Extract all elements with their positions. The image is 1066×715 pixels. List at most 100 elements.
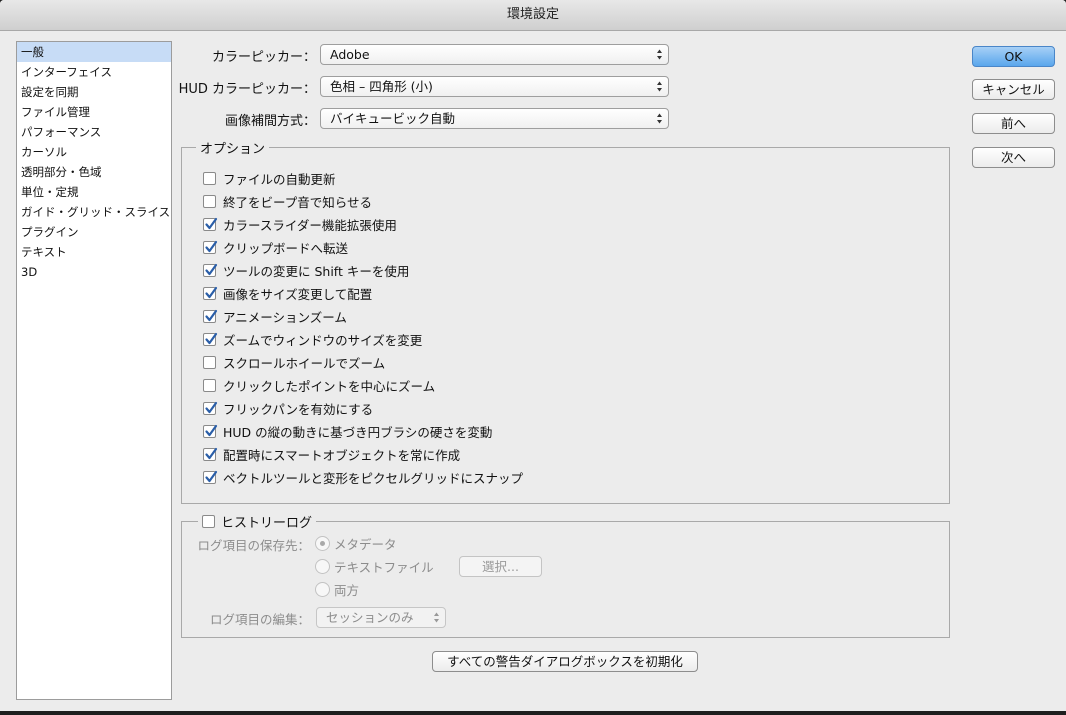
checkmark-icon xyxy=(205,217,218,229)
color-picker-value: Adobe xyxy=(330,47,370,62)
sidebar-item[interactable]: 単位・定規 xyxy=(17,182,171,202)
option-row[interactable]: 画像をサイズ変更して配置 xyxy=(203,284,372,302)
updown-arrows-icon xyxy=(656,111,663,126)
option-checkbox[interactable] xyxy=(203,401,218,415)
option-checkbox[interactable] xyxy=(203,470,218,484)
option-row[interactable]: フリックパンを有効にする xyxy=(203,399,373,417)
option-row[interactable]: スクロールホイールでズーム xyxy=(203,353,385,371)
log-edit-label: ログ項目の編集： xyxy=(209,612,310,627)
category-list[interactable]: 一般 インターフェイス 設定を同期 ファイル管理 パフォーマンス カーソル 透明部分・色域単… xyxy=(16,41,172,700)
history-log-checkbox[interactable] xyxy=(202,515,215,528)
checkmark-icon xyxy=(205,470,218,482)
option-row[interactable]: 配置時にスマートオブジェクトを常に作成 xyxy=(203,445,460,463)
next-button[interactable]: 次へ xyxy=(972,147,1055,168)
radio-button[interactable] xyxy=(315,559,330,574)
log-save-to-label: ログ項目の保存先： xyxy=(197,538,310,553)
hud-color-picker-label: HUD カラーピッカー： xyxy=(178,82,316,97)
radio-dot xyxy=(320,541,325,546)
option-row[interactable]: 終了をビープ音で知らせる xyxy=(203,192,372,210)
option-label: 画像をサイズ変更して配置 xyxy=(223,286,373,302)
radio-button[interactable] xyxy=(315,582,330,597)
updown-arrows-icon xyxy=(433,610,440,625)
option-checkbox[interactable] xyxy=(203,447,218,461)
interpolation-select[interactable]: バイキュービック自動 xyxy=(320,108,669,129)
history-log-title: ヒストリーログ xyxy=(221,516,313,531)
checkmark-icon xyxy=(205,447,218,459)
sidebar-item[interactable]: ファイル管理 xyxy=(17,102,171,122)
hud-color-picker-value: 色相 – 四角形 (小) xyxy=(330,79,433,94)
sidebar-item[interactable]: カーソル xyxy=(17,142,171,162)
preferences-window: 環境設定 一般 インターフェイス 設定を同期 ファイル管理 パフォーマンス カーソル 透明部… xyxy=(0,0,1066,711)
option-label: ファイルの自動更新 xyxy=(223,171,336,187)
option-checkbox[interactable] xyxy=(203,171,216,185)
option-row[interactable]: クリックしたポイントを中心にズーム xyxy=(203,376,435,394)
sidebar-item[interactable]: パフォーマンス xyxy=(17,122,171,142)
reset-warnings-button[interactable]: すべての警告ダイアログボックスを初期化 xyxy=(432,651,698,672)
option-label: ズームでウィンドウのサイズを変更 xyxy=(223,332,423,348)
sidebar-item[interactable]: インターフェイス xyxy=(17,62,171,82)
sidebar-item[interactable]: ガイド・グリッド・スライス xyxy=(17,202,171,222)
choose-file-button[interactable]: 選択... xyxy=(459,556,542,577)
checkmark-icon xyxy=(205,240,218,252)
checkmark-icon xyxy=(205,332,218,344)
option-row[interactable]: カラースライダー機能拡張使用 xyxy=(203,215,397,233)
checkmark-icon xyxy=(205,263,218,275)
history-log-header[interactable]: ヒストリーログ xyxy=(198,512,317,531)
radio-label: テキストファイル xyxy=(334,560,434,575)
log-edit-value: セッションのみ xyxy=(326,610,414,625)
option-label: フリックパンを有効にする xyxy=(223,401,374,417)
updown-arrows-icon xyxy=(656,79,663,94)
log-edit-select[interactable]: セッションのみ xyxy=(316,607,446,628)
option-row[interactable]: アニメーションズーム xyxy=(203,307,347,325)
option-label: クリップボードへ転送 xyxy=(223,240,349,256)
checkmark-icon xyxy=(205,424,218,436)
sidebar-item[interactable]: 3D xyxy=(17,262,171,282)
option-checkbox[interactable] xyxy=(203,309,218,323)
option-row[interactable]: クリップボードへ転送 xyxy=(203,238,348,256)
option-checkbox[interactable] xyxy=(203,263,218,277)
color-picker-select[interactable]: Adobe xyxy=(320,44,669,65)
option-row[interactable]: HUD の縦の動きに基づき円ブラシの硬さを変動 xyxy=(203,422,492,440)
sidebar-item[interactable]: テキスト xyxy=(17,242,171,262)
log-save-option[interactable]: 両方 xyxy=(315,580,359,599)
options-group-title: オプション xyxy=(196,138,270,157)
interpolation-value: バイキュービック自動 xyxy=(330,111,456,126)
option-label: カラースライダー機能拡張使用 xyxy=(223,217,397,233)
sidebar-item[interactable]: 一般 xyxy=(17,42,171,62)
updown-arrows-icon xyxy=(656,47,663,62)
sidebar-item[interactable]: 透明部分・色域 xyxy=(17,162,171,182)
option-checkbox[interactable] xyxy=(203,286,218,300)
option-row[interactable]: ツールの変更に Shift キーを使用 xyxy=(203,261,409,279)
color-picker-label: カラーピッカー： xyxy=(211,50,316,65)
checkmark-icon xyxy=(205,401,218,413)
option-label: スクロールホイールでズーム xyxy=(223,355,386,371)
option-row[interactable]: ズームでウィンドウのサイズを変更 xyxy=(203,330,422,348)
interpolation-label: 画像補間方式： xyxy=(224,114,316,129)
option-label: アニメーションズーム xyxy=(223,309,347,325)
option-checkbox[interactable] xyxy=(203,378,216,392)
radio-label: 両方 xyxy=(334,583,360,598)
option-checkbox[interactable] xyxy=(203,424,218,438)
option-row[interactable]: ファイルの自動更新 xyxy=(203,169,336,187)
log-save-option[interactable]: メタデータ xyxy=(315,534,397,553)
option-checkbox[interactable] xyxy=(203,355,216,369)
checkmark-icon xyxy=(205,309,218,321)
option-label: HUD の縦の動きに基づき円ブラシの硬さを変動 xyxy=(223,424,493,440)
checkmark-icon xyxy=(205,286,218,298)
radio-button[interactable] xyxy=(315,536,330,551)
log-save-option[interactable]: テキストファイル xyxy=(315,557,434,576)
sidebar-item[interactable]: プラグイン xyxy=(17,222,171,242)
option-row[interactable]: ベクトルツールと変形をピクセルグリッドにスナップ xyxy=(203,468,523,486)
hud-color-picker-select[interactable]: 色相 – 四角形 (小) xyxy=(320,76,669,97)
option-checkbox[interactable] xyxy=(203,194,216,208)
option-label: ベクトルツールと変形をピクセルグリッドにスナップ xyxy=(223,470,524,486)
option-label: 終了をビープ音で知らせる xyxy=(223,194,373,210)
option-label: クリックしたポイントを中心にズーム xyxy=(223,378,436,394)
option-checkbox[interactable] xyxy=(203,332,218,346)
sidebar-item[interactable]: 設定を同期 xyxy=(17,82,171,102)
prev-button[interactable]: 前へ xyxy=(972,113,1055,134)
ok-button[interactable]: OK xyxy=(972,46,1055,67)
option-checkbox[interactable] xyxy=(203,240,218,254)
cancel-button[interactable]: キャンセル xyxy=(972,79,1055,100)
option-checkbox[interactable] xyxy=(203,217,218,231)
